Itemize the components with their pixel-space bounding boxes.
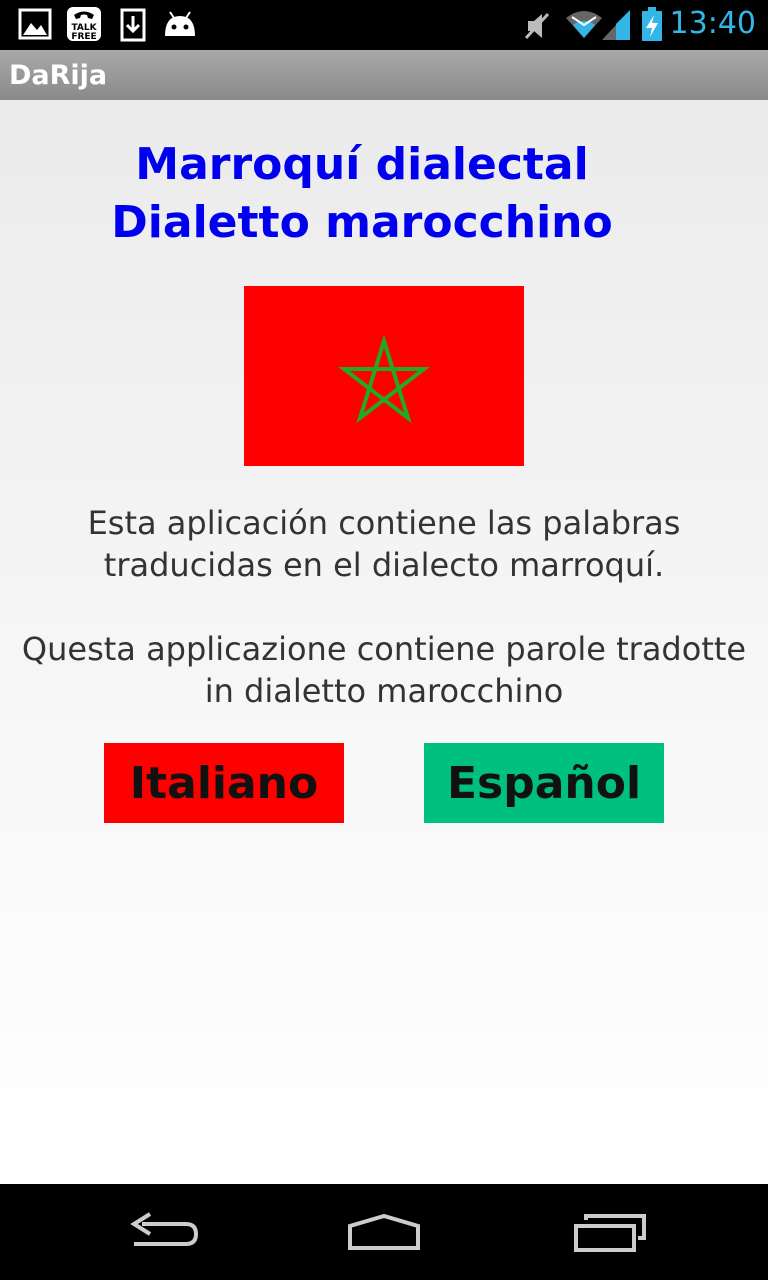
talkfree-text-bottom: FREE: [71, 32, 96, 42]
battery-charging-icon: [640, 6, 664, 47]
description-italian-line2: in dialetto marocchino: [204, 672, 564, 710]
description-italian-line1: Questa applicazione contiene parole trad…: [21, 630, 747, 668]
main-content: Marroquí dialectal Dialetto marocchino E…: [0, 100, 768, 1184]
pentagram-icon: [338, 334, 430, 424]
download-icon: [120, 8, 146, 47]
android-icon: [162, 10, 198, 43]
gallery-icon: [18, 8, 52, 45]
espanol-button[interactable]: Español: [424, 743, 664, 823]
screen: TALK FREE 13:40 DaRija Marroquí dialecta…: [0, 0, 768, 1280]
status-time: 13:40: [669, 6, 756, 41]
back-icon[interactable]: [104, 1202, 214, 1262]
description-spanish-line2: traducidas en el dialecto marroquí.: [103, 546, 665, 584]
app-title-bar: DaRija: [0, 50, 768, 100]
italiano-button[interactable]: Italiano: [104, 743, 344, 823]
heading-italian: Dialetto marocchino: [111, 197, 613, 248]
description-spanish-line1: Esta aplicación contiene las palabras: [87, 504, 681, 542]
status-bar: TALK FREE 13:40: [0, 0, 768, 50]
wifi-icon: [564, 8, 604, 45]
home-icon[interactable]: [329, 1202, 439, 1262]
talkfree-icon: TALK FREE: [66, 6, 102, 47]
mute-icon: [522, 10, 552, 47]
heading-spanish: Marroquí dialectal: [135, 139, 589, 190]
signal-icon: [600, 8, 632, 47]
app-title: DaRija: [9, 60, 108, 91]
recents-icon[interactable]: [554, 1202, 664, 1262]
navigation-bar: [0, 1184, 768, 1280]
morocco-flag-image: [244, 286, 524, 466]
